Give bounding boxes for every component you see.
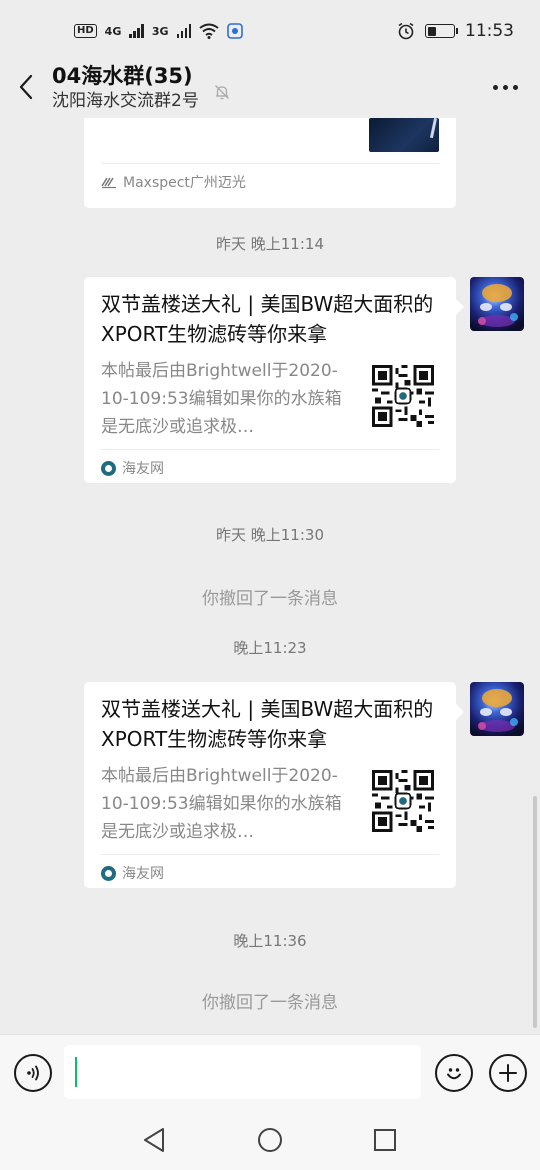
- wifi-icon: [199, 23, 219, 39]
- timestamp: 昨天 晚上11:30: [216, 526, 324, 544]
- status-right: 11:53: [397, 21, 514, 41]
- triangle-back-icon: [144, 1128, 164, 1152]
- title-block: 04海水群(35) 沈阳海水交流群2号: [52, 62, 231, 112]
- card-divider: [101, 449, 439, 450]
- haiyou-logo-icon: [101, 460, 116, 476]
- system-nav-bar: [0, 1110, 540, 1170]
- card-source-label: 海友网: [122, 461, 164, 477]
- chat-header: 04海水群(35) 沈阳海水交流群2号: [0, 52, 540, 122]
- more-functions-button[interactable]: [489, 1054, 527, 1092]
- message-list[interactable]: Maxspect广州迈光 昨天 晚上11:14 双节盖楼送大礼 | 美国BW超大…: [0, 118, 540, 1034]
- maxspect-logo-icon: [101, 177, 116, 189]
- voice-icon: [27, 1065, 39, 1081]
- square-recents-icon: [374, 1129, 396, 1151]
- signal-4g-icon: [129, 24, 144, 38]
- timestamp: 晚上11:23: [233, 639, 307, 657]
- input-bar: [0, 1034, 540, 1110]
- subtitle-row: 沈阳海水交流群2号: [52, 85, 231, 112]
- card-source: Maxspect广州迈光: [101, 172, 246, 192]
- battery-icon: [425, 24, 458, 38]
- card-divider: [101, 163, 439, 164]
- card-divider: [101, 854, 439, 855]
- circle-home-icon: [258, 1128, 282, 1152]
- avatar-image: [470, 277, 524, 331]
- previous-card-thumbnail: [369, 118, 439, 152]
- hd-indicator: HD: [74, 24, 97, 38]
- scrollbar[interactable]: [533, 796, 537, 1028]
- link-card[interactable]: 双节盖楼送大礼 | 美国BW超大面积的XPORT生物滤砖等你来拿 本帖最后由Br…: [84, 277, 464, 483]
- haiyou-logo-icon: [101, 865, 116, 881]
- group-title: 04海水群(35): [52, 64, 193, 88]
- status-time: 11:53: [465, 21, 514, 41]
- link-card[interactable]: 双节盖楼送大礼 | 美国BW超大面积的XPORT生物滤砖等你来拿 本帖最后由Br…: [84, 682, 464, 888]
- card-description: 本帖最后由Brightwell于2020-10-109:53编辑如果你的水族箱是…: [101, 361, 342, 437]
- nav-home-button[interactable]: [255, 1125, 285, 1155]
- previous-link-card[interactable]: Maxspect广州迈光: [84, 118, 456, 208]
- status-left: HD 4G 3G: [74, 23, 243, 39]
- chevron-left-icon: [19, 74, 33, 100]
- qr-code-thumbnail: [372, 770, 434, 832]
- recall-notice: 你撤回了一条消息: [202, 993, 338, 1013]
- card-title: 双节盖楼送大礼 | 美国BW超大面积的XPORT生物滤砖等你来拿: [101, 292, 434, 346]
- bubble-tail: [456, 299, 464, 315]
- nav-back-button[interactable]: [139, 1125, 169, 1155]
- voice-input-button[interactable]: [14, 1054, 52, 1092]
- message-input[interactable]: [64, 1045, 421, 1099]
- card-title: 双节盖楼送大礼 | 美国BW超大面积的XPORT生物滤砖等你来拿: [101, 697, 434, 751]
- network-3g-label: 3G: [151, 24, 169, 38]
- mute-bell-icon: [214, 85, 229, 100]
- group-subtitle: 沈阳海水交流群2号: [52, 91, 199, 111]
- card-description: 本帖最后由Brightwell于2020-10-109:53编辑如果你的水族箱是…: [101, 766, 342, 842]
- nav-recents-button[interactable]: [370, 1125, 400, 1155]
- qr-code-thumbnail: [372, 365, 434, 427]
- card-source: 海友网: [101, 458, 164, 478]
- plus-icon: [499, 1064, 517, 1082]
- bubble-tail: [456, 704, 464, 720]
- timestamp: 晚上11:36: [233, 932, 307, 950]
- more-options-button[interactable]: [493, 84, 518, 90]
- emoji-button[interactable]: [435, 1054, 473, 1092]
- recall-notice: 你撤回了一条消息: [202, 589, 338, 609]
- card-source-label: 海友网: [122, 866, 164, 882]
- back-button[interactable]: [0, 57, 52, 117]
- card-source-label: Maxspect广州迈光: [123, 175, 246, 191]
- timestamp: 昨天 晚上11:14: [216, 235, 324, 253]
- battery-level: [427, 26, 437, 36]
- avatar-image: [470, 682, 524, 736]
- avatar[interactable]: [470, 277, 524, 331]
- text-caret: [75, 1057, 77, 1087]
- alarm-icon: [398, 22, 414, 40]
- app-notification-icon: [227, 23, 243, 39]
- card-source: 海友网: [101, 863, 164, 883]
- signal-3g-icon: [176, 24, 192, 38]
- network-4g-label: 4G: [104, 24, 122, 38]
- smiley-icon: [447, 1068, 461, 1080]
- avatar[interactable]: [470, 682, 524, 736]
